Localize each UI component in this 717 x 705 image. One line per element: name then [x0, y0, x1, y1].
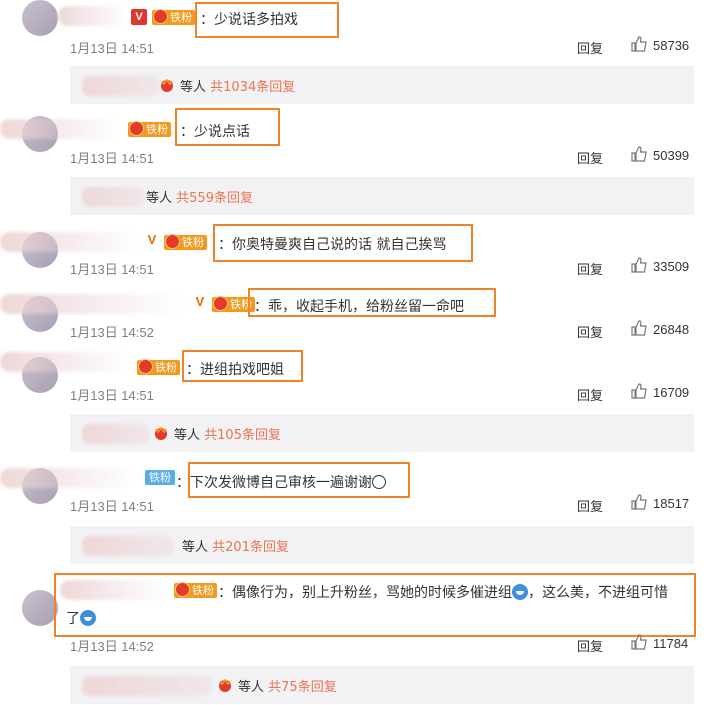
highlight-box — [213, 224, 473, 262]
subreply-users-blurred — [82, 76, 160, 96]
verified-icon: V — [195, 294, 205, 309]
like-count: 18517 — [653, 496, 690, 511]
fan-crown-icon — [155, 426, 167, 440]
fan-badge: 铁粉 — [145, 470, 175, 485]
view-replies-link[interactable]: 共201条回复 — [212, 540, 289, 555]
reply-button[interactable]: 回复 — [577, 259, 603, 278]
highlight-box — [188, 462, 410, 498]
like-count: 26848 — [653, 322, 690, 337]
fan-badge: 铁粉 — [152, 9, 195, 25]
subreply-users-blurred — [82, 536, 174, 556]
comment-list: V 铁粉 ：少说话多拍戏 1月13日 14:51 回复 58736 等人 共10… — [0, 0, 717, 705]
reply-button[interactable]: 回复 — [577, 636, 603, 655]
comment-time: 1月13日 14:51 — [70, 388, 154, 403]
fan-badge: 铁粉 — [128, 121, 171, 137]
highlight-box — [248, 288, 496, 317]
thumbs-up-icon[interactable] — [631, 383, 647, 399]
subreply-prefix: 等人 — [146, 191, 173, 206]
highlight-box — [54, 573, 696, 637]
fan-crown-icon — [219, 678, 231, 692]
view-replies-link[interactable]: 共1034条回复 — [210, 80, 295, 95]
subreply-box[interactable]: 等人 共1034条回复 — [70, 66, 694, 104]
like-count: 11784 — [653, 636, 689, 651]
thumbs-up-icon[interactable] — [631, 320, 647, 336]
username-blurred[interactable] — [58, 6, 128, 26]
verified-icon: V — [131, 9, 147, 25]
subreply-users-blurred — [82, 676, 212, 696]
username-blurred[interactable] — [0, 294, 188, 314]
like-count: 58736 — [653, 38, 690, 53]
reply-button[interactable]: 回复 — [577, 496, 603, 515]
view-replies-link[interactable]: 共75条回复 — [268, 680, 337, 695]
avatar[interactable] — [22, 590, 58, 626]
subreply-box[interactable]: 等人 共75条回复 — [70, 666, 694, 704]
reply-button[interactable]: 回复 — [577, 385, 603, 404]
username-blurred[interactable] — [0, 232, 142, 252]
reply-button[interactable]: 回复 — [577, 38, 603, 57]
subreply-prefix: 等人 — [238, 680, 265, 695]
view-replies-link[interactable]: 共559条回复 — [176, 191, 253, 206]
subreply-users-blurred — [82, 424, 150, 444]
comment-time: 1月13日 14:51 — [70, 499, 154, 514]
like-count: 33509 — [653, 259, 690, 274]
fan-badge: 铁粉 — [137, 359, 180, 375]
highlight-box — [195, 2, 339, 38]
subreply-box[interactable]: 等人 共559条回复 — [70, 177, 694, 215]
subreply-users-blurred — [82, 187, 144, 207]
comment-time: 1月13日 14:52 — [70, 325, 154, 340]
reply-button[interactable]: 回复 — [577, 322, 603, 341]
thumbs-up-icon[interactable] — [631, 36, 647, 52]
subreply-prefix: 等人 — [180, 80, 207, 95]
highlight-box — [175, 108, 280, 146]
fan-badge: 铁粉 — [164, 234, 207, 250]
thumbs-up-icon[interactable] — [631, 257, 647, 273]
username-blurred[interactable] — [0, 119, 124, 139]
like-count: 16709 — [653, 385, 690, 400]
verified-icon: V — [147, 232, 157, 247]
thumbs-up-icon[interactable] — [631, 634, 647, 650]
thumbs-up-icon[interactable] — [631, 494, 647, 510]
username-blurred[interactable] — [0, 468, 138, 488]
thumbs-up-icon[interactable] — [631, 146, 647, 162]
comment-time: 1月13日 14:52 — [70, 639, 154, 654]
subreply-box[interactable]: 等人 共105条回复 — [70, 414, 694, 452]
subreply-box[interactable]: 等人 共201条回复 — [70, 526, 694, 564]
avatar[interactable] — [22, 0, 58, 36]
fan-crown-icon — [161, 78, 173, 92]
view-replies-link[interactable]: 共105条回复 — [204, 428, 281, 443]
comment-time: 1月13日 14:51 — [70, 151, 154, 166]
subreply-prefix: 等人 — [174, 428, 201, 443]
comment-time: 1月13日 14:51 — [70, 262, 154, 277]
highlight-box — [182, 350, 303, 382]
username-blurred[interactable] — [0, 352, 134, 372]
comment-time: 1月13日 14:51 — [70, 41, 154, 56]
reply-button[interactable]: 回复 — [577, 148, 603, 167]
like-count: 50399 — [653, 148, 690, 163]
subreply-prefix: 等人 — [182, 540, 209, 555]
